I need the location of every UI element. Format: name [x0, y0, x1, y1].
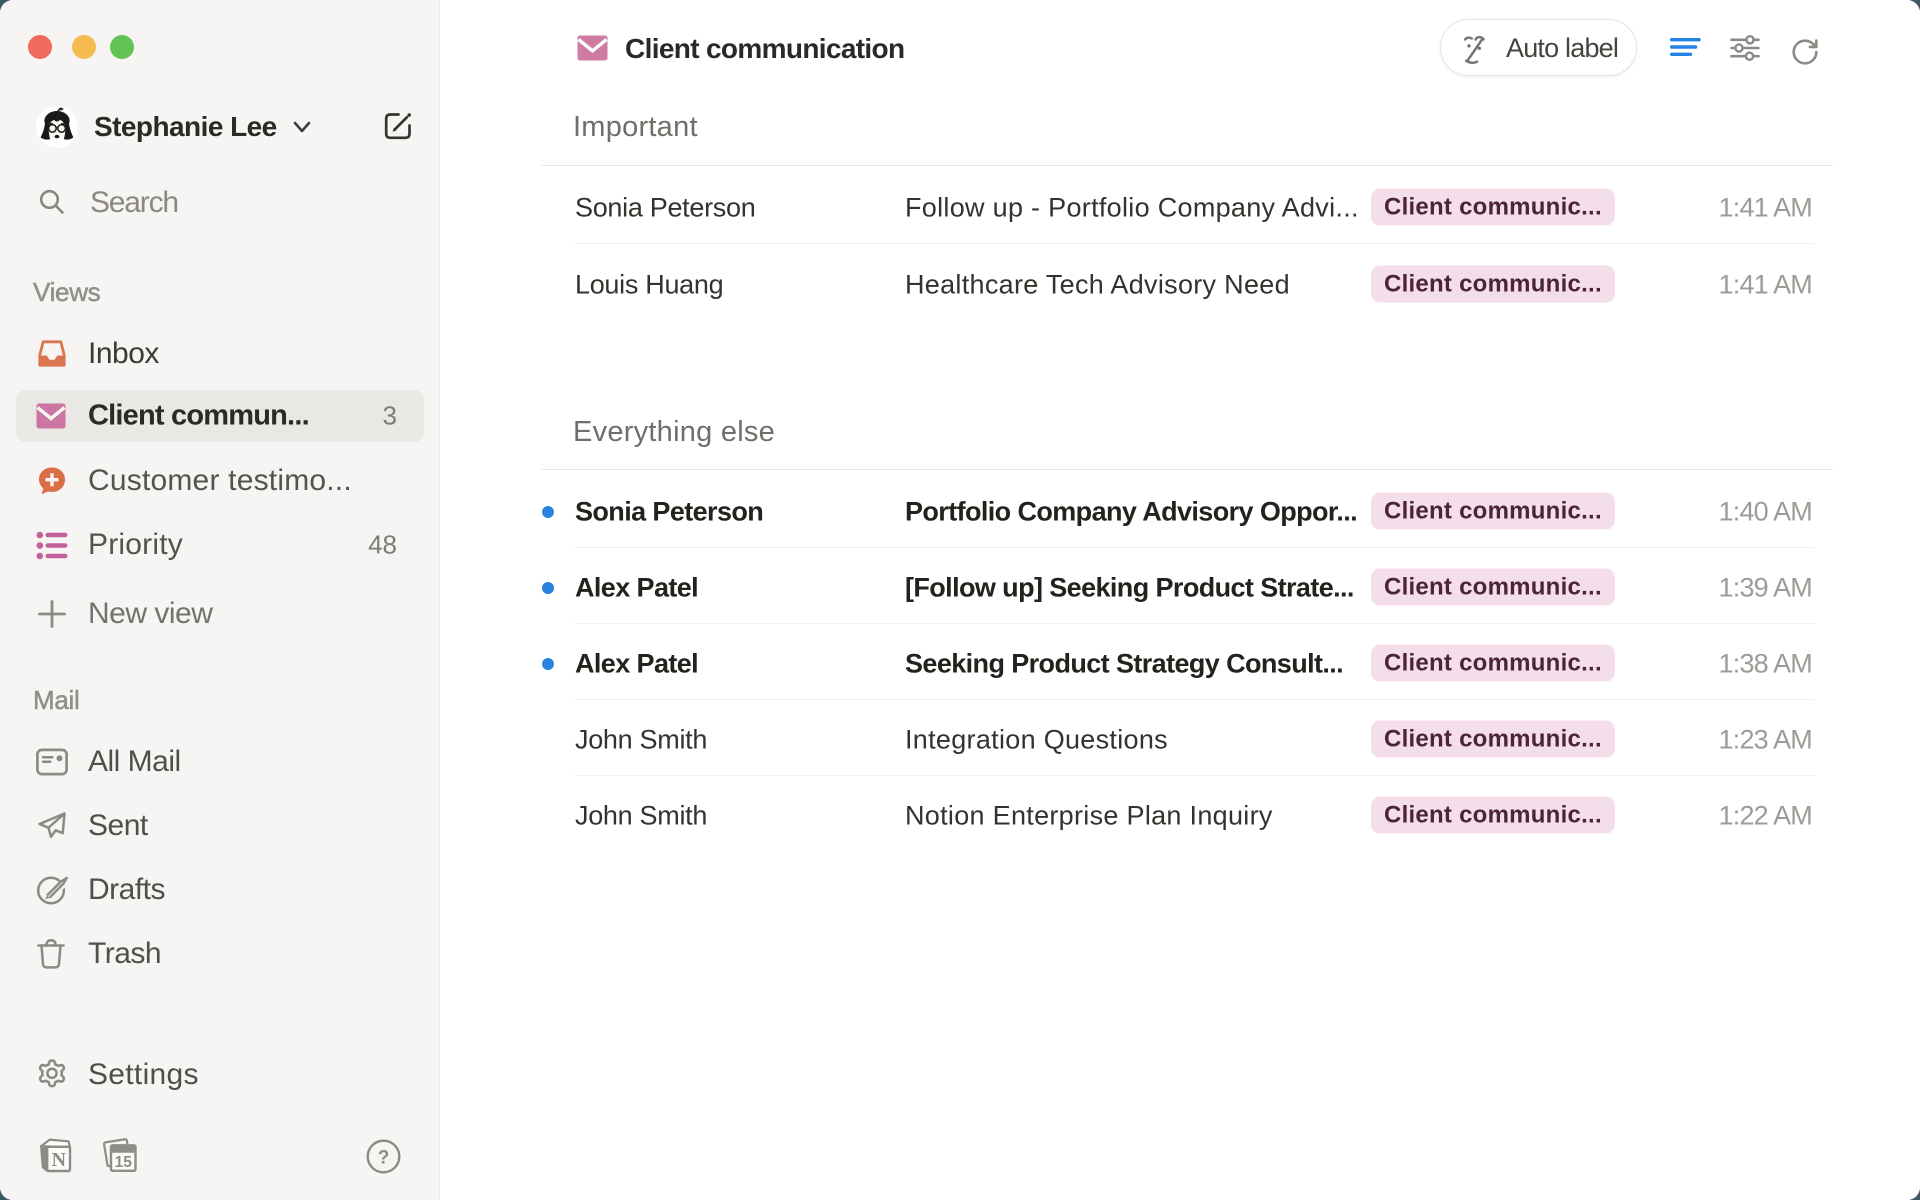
- svg-text:N: N: [52, 1149, 67, 1171]
- svg-text:15: 15: [115, 1154, 133, 1171]
- svg-text:?: ?: [378, 1148, 390, 1169]
